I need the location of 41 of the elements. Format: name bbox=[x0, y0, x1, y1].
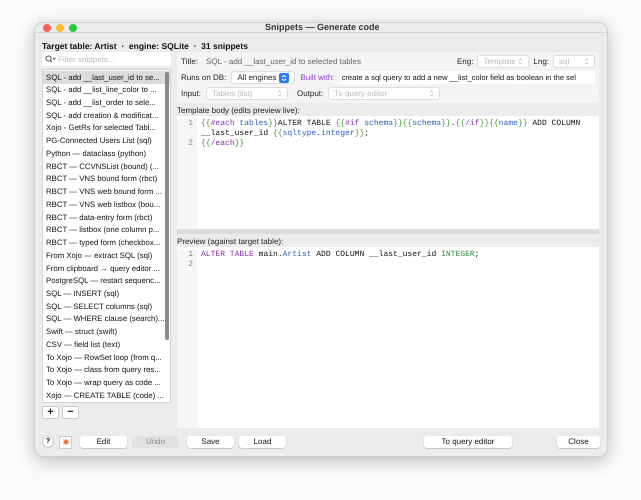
remove-button[interactable]: − bbox=[62, 406, 79, 419]
runs-on-select[interactable]: All engines bbox=[231, 71, 296, 84]
scrollbar[interactable] bbox=[165, 72, 169, 340]
line-number: 1 bbox=[188, 119, 193, 129]
action-button[interactable]: Edit bbox=[80, 436, 127, 448]
line-number: 1 bbox=[188, 250, 193, 260]
bug-icon bbox=[62, 438, 70, 446]
input-label: Input: bbox=[181, 88, 202, 100]
chevron-icon bbox=[429, 90, 434, 97]
runs-on-label: Runs on DB: bbox=[181, 72, 226, 84]
chevron-icon bbox=[277, 90, 282, 97]
zoom-window-button[interactable] bbox=[69, 24, 77, 32]
line-number: 2 bbox=[188, 260, 193, 270]
action-button[interactable]: Load bbox=[239, 436, 286, 448]
chevron-icon bbox=[584, 58, 589, 65]
line-number: 2 bbox=[188, 139, 193, 149]
code-line: __last_user_id {{sqltype.integer}}; bbox=[201, 129, 370, 139]
code-line: {{/each}} bbox=[201, 139, 244, 149]
search-icon bbox=[45, 55, 56, 63]
code-line: ALTER TABLE main.Artist ADD COLUMN __last_user_id INTEGER; bbox=[201, 250, 480, 260]
close-window-button[interactable] bbox=[43, 24, 51, 32]
title-label: Title: bbox=[181, 56, 198, 68]
minimize-window-button[interactable] bbox=[56, 24, 64, 32]
chevron-icon bbox=[518, 58, 524, 65]
template-label: Template body (edits preview live): bbox=[177, 105, 301, 116]
header-summary: Target table: Artist · engine: SQLite · 31 snippets bbox=[42, 40, 249, 51]
filter-field[interactable]: Filter snippets... bbox=[42, 52, 171, 66]
action-button[interactable]: Save bbox=[187, 436, 234, 448]
add-button[interactable]: + bbox=[42, 406, 59, 419]
preview-label: Preview (against target table): bbox=[177, 236, 284, 247]
stepper-icon bbox=[279, 72, 290, 82]
code-line: {{#each tables}}ALTER TABLE {{#if schema}}{{schema}}.{{/if}}{{name}} ADD COLUMN bbox=[201, 119, 580, 129]
close-button[interactable]: Close bbox=[557, 436, 600, 448]
window-title: Snippets — Generate code bbox=[265, 23, 377, 34]
output-label: Output: bbox=[297, 88, 324, 100]
split-handle[interactable] bbox=[177, 229, 599, 234]
lng-label: Lng: bbox=[533, 56, 549, 68]
built-with-label: Built with: bbox=[300, 72, 335, 84]
action-button[interactable]: To query editor bbox=[424, 436, 512, 448]
debug-button[interactable] bbox=[59, 436, 72, 448]
eng-label: Eng: bbox=[456, 56, 474, 68]
